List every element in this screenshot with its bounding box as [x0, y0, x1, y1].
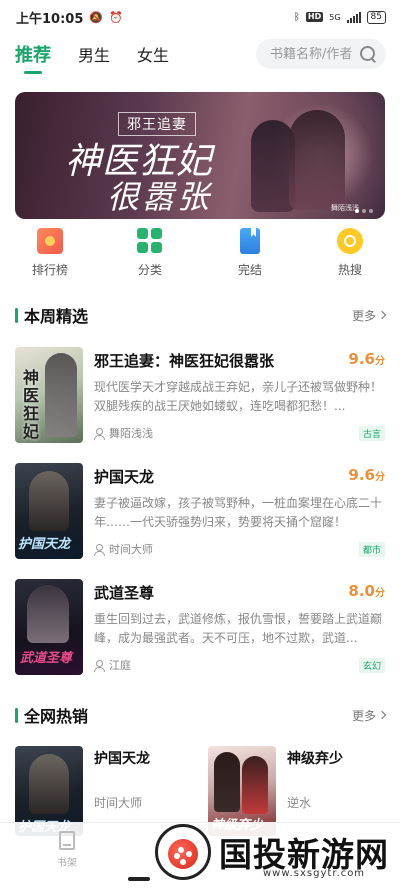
bookshelf-icon [59, 831, 75, 850]
more-label: 更多 [351, 708, 376, 723]
quick-nav-label: 完结 [237, 263, 262, 277]
book-cover: 武道圣尊 [15, 579, 83, 675]
chevron-right-icon [377, 310, 387, 320]
section-accent-bar [15, 707, 18, 723]
book-title: 护国天龙 [94, 751, 150, 767]
score-unit: 分 [375, 472, 385, 483]
top-bar: 推荐 男生 女生 [0, 36, 400, 74]
quick-nav-hot-search[interactable]: 热搜 [300, 226, 400, 278]
book-author: 逆水 [287, 796, 312, 810]
quick-nav-ranking[interactable]: 排行榜 [0, 226, 100, 278]
genre-tag: 古言 [358, 425, 385, 441]
weekly-section-header: 本周精选 更多 [15, 304, 387, 326]
author-icon [94, 543, 105, 556]
tab-female[interactable]: 女生 [137, 42, 169, 66]
book-item[interactable]: 护国天龙 护国天龙 9.6分 妻子被逼改嫁，孩子被骂野种，一桩血案埋在心底二十年… [15, 463, 385, 559]
home-indicator[interactable] [128, 877, 150, 881]
watermark-url: www.sxsgytr.com [263, 868, 366, 879]
ranking-icon [37, 228, 63, 254]
carousel-dots [355, 209, 373, 213]
book-cover: 神医狂妃 [15, 347, 83, 443]
bookmark-book-icon [240, 228, 260, 254]
alarm-icon: ⏰ [109, 10, 123, 24]
quick-nav-label: 热搜 [337, 263, 362, 277]
tab-male[interactable]: 男生 [78, 42, 110, 66]
cover-title: 神医狂妃 [23, 368, 40, 441]
book-author: 时间大师 [94, 796, 143, 810]
book-author: 舞陌浅浅 [109, 427, 153, 440]
author-icon [94, 427, 105, 440]
book-score: 8.0分 [348, 582, 385, 600]
genre-tag: 玄幻 [358, 657, 385, 673]
book-cover: 护国天龙 [15, 463, 83, 559]
search-box[interactable] [256, 39, 386, 69]
quick-nav: 排行榜 分类 完结 热搜 [0, 226, 400, 278]
cover-title: 武道圣尊 [20, 651, 73, 666]
book-score: 9.6分 [348, 466, 385, 484]
promo-banner[interactable]: 邪王追妻 神医狂妃 很嚣张 舞陌浅浅 [15, 92, 385, 219]
hot-search-icon [337, 228, 363, 254]
genre-tag: 都市 [358, 541, 385, 557]
score-value: 9.6 [348, 350, 375, 368]
book-title: 护国天龙 [94, 468, 155, 486]
category-grid-icon [137, 228, 163, 254]
cover-title: 护国天龙 [18, 537, 71, 552]
quick-nav-completed[interactable]: 完结 [200, 226, 300, 278]
book-title: 武道圣尊 [94, 584, 155, 602]
quick-nav-category[interactable]: 分类 [100, 226, 200, 278]
section-accent-bar [15, 307, 18, 323]
score-value: 9.6 [348, 466, 375, 484]
hot-section-header: 全网热销 更多 [15, 704, 387, 726]
quick-nav-label: 分类 [137, 263, 162, 277]
chevron-right-icon [377, 710, 387, 720]
score-unit: 分 [375, 588, 385, 599]
book-item[interactable]: 神医狂妃 邪王追妻：神医狂妃很嚣张 9.6分 现代医学天才穿越成战王弃妃，亲儿子… [15, 347, 385, 443]
book-description: 现代医学天才穿越成战王弃妃，亲儿子还被骂做野种！双腿残疾的战王厌她如蝼蚁，连吃喝… [94, 380, 383, 413]
score-unit: 分 [375, 356, 385, 367]
hot-more-link[interactable]: 更多 [351, 707, 387, 724]
mute-icon: 🔕 [89, 10, 104, 24]
hd-icon: HD [305, 12, 324, 22]
section-title: 本周精选 [24, 307, 89, 326]
banner-title-line2: 很嚣张 [107, 178, 213, 216]
status-bar: 上午10:05 🔕 ⏰ ᛒ HD 5G 85 [0, 0, 400, 34]
search-icon[interactable] [360, 46, 376, 62]
score-value: 8.0 [348, 582, 375, 600]
book-description: 重生回到过去，武道修炼，报仇雪恨，誓要踏上武道巅峰，成为最强武者。天不可压，地不… [94, 612, 383, 645]
watermark-logo-icon [155, 824, 211, 880]
signal-icon [346, 11, 361, 23]
status-time: 上午10:05 [16, 11, 84, 27]
book-title: 邪王追妻：神医狂妃很嚣张 [94, 352, 275, 370]
network-label: 5G [329, 12, 341, 22]
quick-nav-label: 排行榜 [31, 263, 68, 277]
more-label: 更多 [351, 308, 376, 323]
weekly-more-link[interactable]: 更多 [351, 307, 387, 324]
author-icon [94, 659, 105, 672]
bluetooth-icon: ᛒ [293, 11, 300, 23]
banner-figure [289, 110, 345, 210]
book-description: 妻子被逼改嫁，孩子被骂野种，一桩血案埋在心底二十年……一代天骄强势归来，势要将天… [94, 496, 383, 529]
book-score: 9.6分 [348, 350, 385, 368]
book-title: 神级弃少 [287, 751, 343, 767]
nav-label: 书架 [57, 858, 77, 869]
book-author: 时间大师 [109, 543, 153, 556]
tab-recommend[interactable]: 推荐 [15, 41, 51, 74]
battery-icon: 85 [366, 10, 386, 24]
watermark: 国投新游网 www.sxsgytr.com [155, 822, 395, 886]
book-item[interactable]: 武道圣尊 武道圣尊 8.0分 重生回到过去，武道修炼，报仇雪恨，誓要踏上武道巅峰… [15, 579, 385, 675]
nav-bookshelf[interactable]: 书架 [52, 831, 82, 869]
book-author: 江庭 [109, 659, 131, 672]
section-title: 全网热销 [24, 707, 89, 726]
search-input[interactable] [270, 46, 360, 62]
